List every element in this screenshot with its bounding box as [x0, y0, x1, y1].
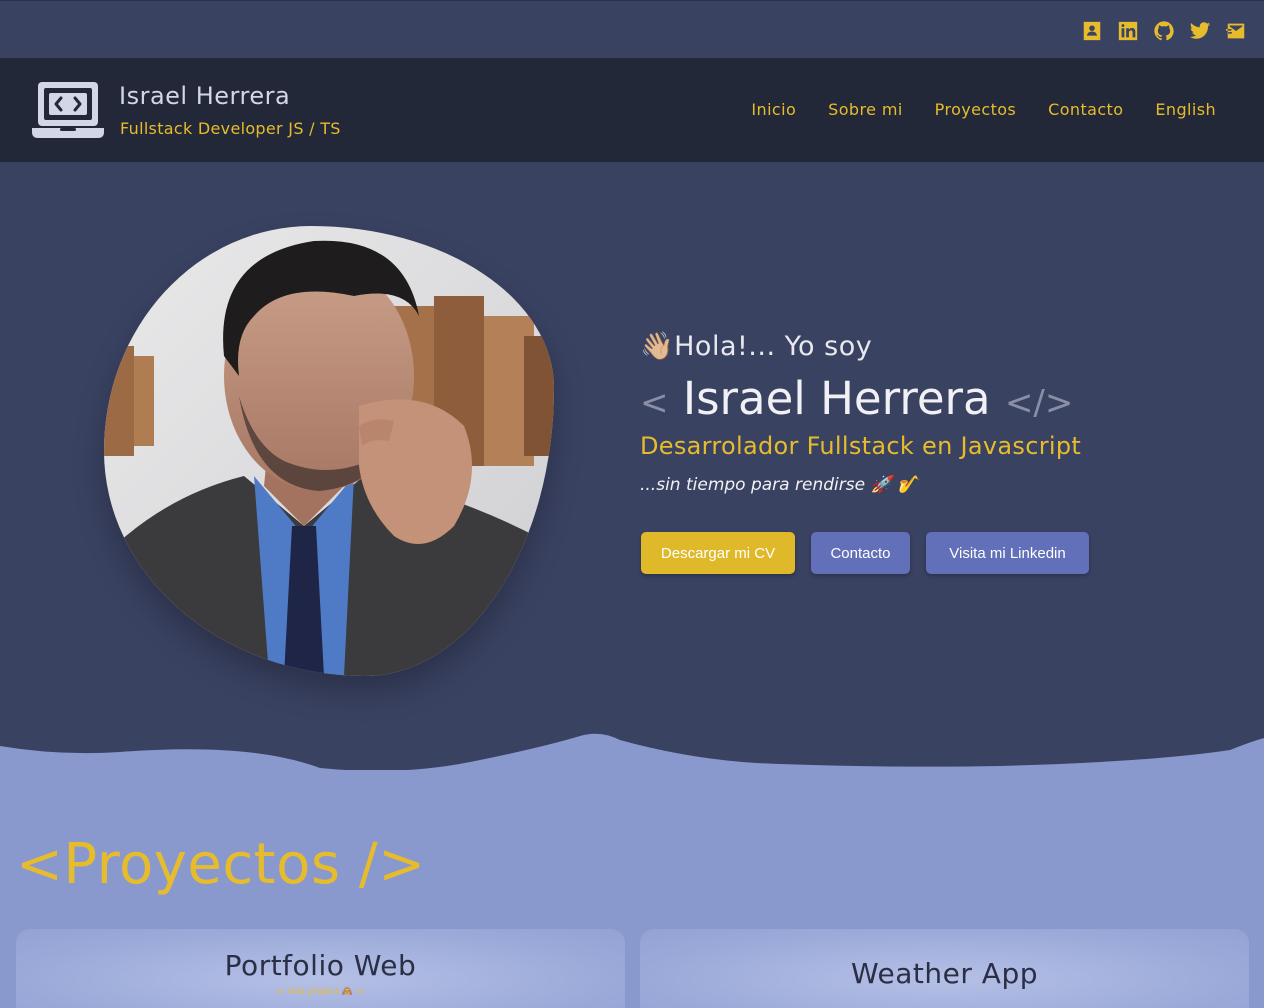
- nav-item-contacto[interactable]: Contacto: [1048, 100, 1123, 119]
- brand-subtitle: Fullstack Developer JS / TS: [120, 119, 341, 138]
- laptop-code-icon[interactable]: [30, 80, 106, 140]
- linkedin-icon[interactable]: [1116, 19, 1140, 43]
- mail-icon[interactable]: [1224, 19, 1248, 43]
- site-header: Israel Herrera Fullstack Developer JS / …: [0, 58, 1264, 162]
- social-links: [1080, 19, 1248, 43]
- greeting: 👋🏼Hola!... Yo soy: [640, 331, 873, 362]
- download-cv-button[interactable]: Descargar mi CV: [641, 532, 795, 574]
- nav-item-sobre-mi[interactable]: Sobre mi: [828, 100, 903, 119]
- project-card-title: Portfolio Web: [224, 949, 417, 982]
- project-card-weather[interactable]: Weather App: [640, 929, 1249, 1008]
- projects-title: <Proyectos />: [16, 832, 426, 897]
- project-card-title: Weather App: [851, 957, 1038, 990]
- nav-item-english[interactable]: English: [1155, 100, 1216, 119]
- hero-actions: Descargar mi CV Contacto Visita mi Linke…: [641, 532, 1089, 574]
- project-card-portfolio[interactable]: Portfolio Web -> this project 🙈 <-: [16, 929, 625, 1008]
- twitter-icon[interactable]: [1188, 19, 1212, 43]
- hero-name-line: < Israel Herrera </>: [640, 372, 1073, 425]
- hero-role: Desarrolador Fullstack en Javascript: [640, 432, 1082, 460]
- brand-name[interactable]: Israel Herrera: [119, 82, 290, 110]
- social-bar: [0, 0, 1264, 58]
- open-tag: <: [640, 383, 669, 423]
- project-card-note: -> this project 🙈 <-: [274, 987, 367, 997]
- nav-item-proyectos[interactable]: Proyectos: [935, 100, 1017, 119]
- main-nav: Inicio Sobre mi Proyectos Contacto Engli…: [751, 100, 1216, 119]
- hero-motto: ...sin tiempo para rendirse 🚀 🎷: [640, 475, 919, 495]
- hero-name: Israel Herrera: [682, 372, 991, 425]
- nav-item-inicio[interactable]: Inicio: [751, 100, 796, 119]
- close-tag: </>: [1004, 383, 1074, 423]
- github-icon[interactable]: [1152, 19, 1176, 43]
- contact-card-icon[interactable]: [1080, 19, 1104, 43]
- contact-button[interactable]: Contacto: [811, 532, 910, 574]
- linkedin-button[interactable]: Visita mi Linkedin: [926, 532, 1089, 574]
